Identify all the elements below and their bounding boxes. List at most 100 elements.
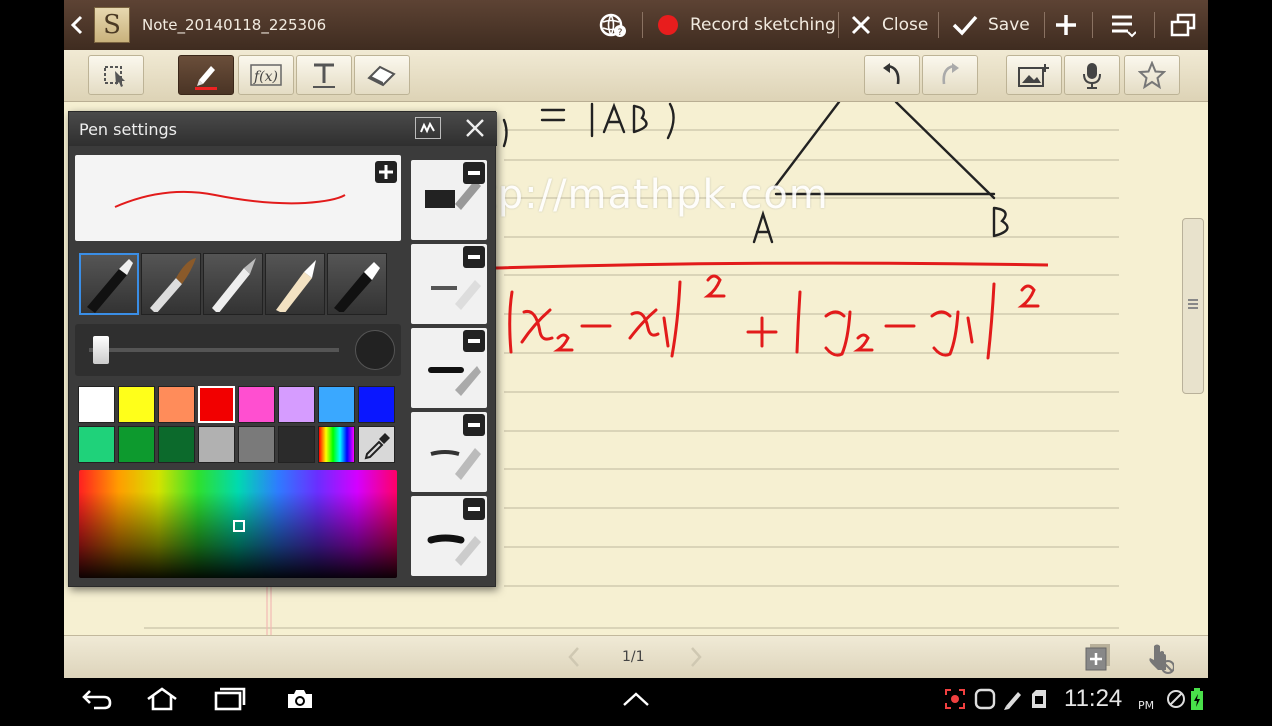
do-not-disturb-icon [1166, 678, 1186, 720]
color-swatch-green[interactable] [118, 426, 155, 463]
svg-text:f(x): f(x) [253, 69, 278, 85]
multi-window-status-icon [974, 678, 996, 720]
insert-image-button[interactable] [1006, 55, 1062, 95]
note-title: Note_20140118_225306 [142, 16, 327, 34]
image-icon [1018, 64, 1049, 87]
color-swatch-rainbow[interactable] [318, 426, 355, 463]
sd-card-status-icon [1030, 678, 1048, 720]
text-tool-button[interactable] [296, 55, 352, 95]
pen-settings-title: Pen settings [79, 120, 177, 139]
highlighter-icon [276, 260, 316, 314]
preset-brush-2[interactable] [411, 244, 487, 324]
multi-window-button[interactable] [1170, 0, 1200, 50]
pen-icon [195, 66, 217, 90]
eraser-icon [367, 65, 396, 87]
close-panel-button[interactable] [465, 118, 487, 140]
s-note-app-icon[interactable]: S [94, 0, 130, 50]
formula-tool-button[interactable]: f(x) [238, 55, 294, 95]
pen-tool-button[interactable] [178, 55, 234, 95]
pen-type-highlighter[interactable] [265, 253, 325, 315]
pen-type-fountain[interactable] [79, 253, 139, 315]
recent-apps-button[interactable] [214, 678, 246, 720]
formula-icon: f(x) [250, 64, 282, 86]
scrollbar-handle[interactable] [1182, 218, 1204, 394]
record-dot-icon [658, 15, 678, 35]
battery-charging-icon [1190, 678, 1204, 720]
color-swatch-black[interactable] [278, 426, 315, 463]
color-swatch-red-selected[interactable] [198, 386, 235, 423]
remove-preset-icon[interactable] [463, 246, 485, 268]
menu-list-icon [1112, 15, 1136, 38]
add-preset-button[interactable] [375, 161, 397, 183]
screenshot-button[interactable] [286, 678, 314, 720]
size-preview-dot [355, 330, 395, 370]
marker-icon [334, 262, 380, 314]
undo-button[interactable] [864, 55, 920, 95]
preset-brush-4[interactable] [411, 412, 487, 492]
camera-icon [288, 690, 312, 708]
handwritten-distance-formula [508, 274, 1040, 360]
preset-brush-3[interactable] [411, 328, 487, 408]
pen-type-brush[interactable] [141, 253, 201, 315]
selection-tool-button[interactable] [88, 55, 144, 95]
color-swatch-gray[interactable] [238, 426, 275, 463]
preset-brush-1[interactable] [411, 160, 487, 240]
color-swatch-pink[interactable] [238, 386, 275, 423]
home-button[interactable] [146, 678, 178, 720]
back-chevron-icon[interactable] [70, 0, 90, 50]
expand-chevron-icon[interactable] [622, 678, 650, 720]
pen-type-marker[interactable] [327, 253, 387, 315]
size-slider-thumb[interactable] [93, 336, 109, 364]
pen-only-mode-button[interactable] [1144, 642, 1175, 678]
grip-icon [1188, 299, 1198, 301]
home-icon [147, 687, 177, 711]
eraser-tool-button[interactable] [354, 55, 410, 95]
favorite-button[interactable] [1124, 55, 1180, 95]
record-sketching-button[interactable]: Record sketching [658, 0, 836, 50]
spectrum-cursor[interactable] [233, 520, 245, 532]
close-button[interactable]: Close [850, 0, 928, 50]
checkmark-icon [952, 15, 978, 36]
stroke-preview [75, 155, 401, 241]
remove-preset-icon[interactable] [463, 498, 485, 520]
handwritten-formula-top [502, 102, 675, 148]
color-swatch-dark-green[interactable] [158, 426, 195, 463]
save-label: Save [988, 15, 1030, 35]
next-page-chevron-icon[interactable] [688, 646, 704, 672]
plus-icon [379, 165, 393, 179]
redo-button[interactable] [922, 55, 978, 95]
remove-preset-icon[interactable] [463, 414, 485, 436]
close-icon [466, 119, 484, 137]
svg-text:?: ? [618, 28, 623, 38]
add-page-button[interactable] [1084, 642, 1112, 676]
menu-button[interactable] [1110, 0, 1140, 50]
color-swatch-yellow[interactable] [118, 386, 155, 423]
preset-brush-5[interactable] [411, 496, 487, 576]
color-swatch-light-gray[interactable] [198, 426, 235, 463]
recent-apps-icon [214, 687, 246, 711]
selection-icon [104, 66, 125, 87]
back-arrow-icon [82, 690, 112, 710]
color-swatch-sky-blue[interactable] [318, 386, 355, 423]
hand-pen-icon [1149, 644, 1175, 674]
remove-preset-icon[interactable] [463, 162, 485, 184]
color-swatch-orange[interactable] [158, 386, 195, 423]
remove-preset-icon[interactable] [463, 330, 485, 352]
color-swatch-lavender[interactable] [278, 386, 315, 423]
save-button[interactable]: Save [952, 0, 1030, 50]
pen-presets-button[interactable] [415, 117, 441, 139]
voice-record-button[interactable] [1064, 55, 1120, 95]
pencil-icon [212, 258, 256, 314]
back-button[interactable] [82, 678, 112, 720]
prev-page-chevron-icon[interactable] [566, 646, 582, 672]
pen-type-pencil[interactable] [203, 253, 263, 315]
color-spectrum-picker[interactable] [79, 470, 397, 578]
color-swatch-blue[interactable] [358, 386, 395, 423]
color-swatch-white[interactable] [78, 386, 115, 423]
eyedropper-button[interactable] [358, 426, 395, 463]
color-swatch-mint[interactable] [78, 426, 115, 463]
sync-globe-icon[interactable]: ? [598, 0, 632, 50]
eyedropper-icon [364, 433, 390, 460]
size-slider-track[interactable] [89, 348, 339, 352]
add-note-button[interactable] [1054, 0, 1084, 50]
